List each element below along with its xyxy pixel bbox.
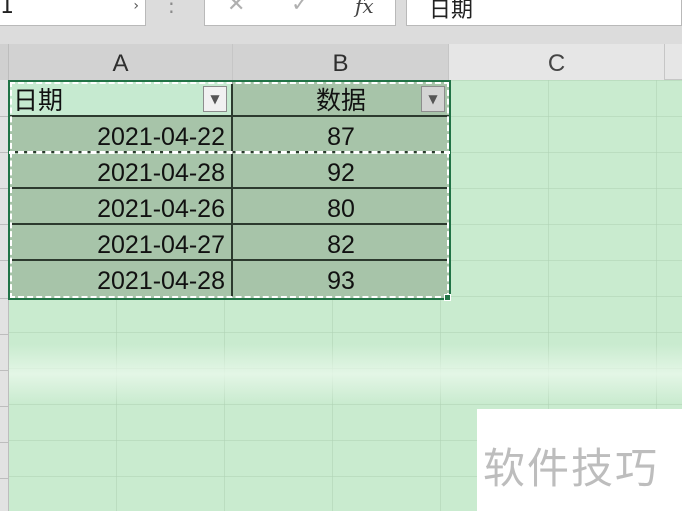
table-cell-value[interactable]: 92 <box>233 153 449 189</box>
table-cell-date[interactable]: 2021-04-27 <box>9 225 233 261</box>
row-divider <box>0 406 9 407</box>
table-cell-date[interactable]: 2021-04-28 <box>9 153 233 189</box>
row-divider <box>0 152 9 153</box>
row-divider <box>0 260 9 261</box>
row-divider <box>0 478 9 479</box>
row-divider <box>0 116 9 117</box>
row-divider <box>0 298 9 299</box>
cancel-icon[interactable]: ✕ <box>227 0 245 17</box>
dropdown-arrow-icon[interactable]: ▼ <box>203 86 227 112</box>
column-header-b[interactable]: B <box>233 44 449 80</box>
name-box-value: 1 <box>0 0 14 19</box>
table-cell-value[interactable]: 87 <box>233 117 449 153</box>
table-cell-date[interactable]: 2021-04-26 <box>9 189 233 225</box>
table-cell-date[interactable]: 2021-04-28 <box>9 261 233 297</box>
header-label-date: 日期 <box>13 86 64 115</box>
table-cell-date[interactable]: 2021-04-22 <box>9 117 233 153</box>
watermark-text: 软件技巧 <box>483 444 660 493</box>
fill-handle[interactable] <box>444 294 451 301</box>
header-cell-date[interactable]: 日期 ▼ <box>9 81 233 117</box>
blurred-rows <box>9 344 682 404</box>
column-header-row: A B C <box>0 44 682 80</box>
formula-bar: 1 › : ✕ ✓ fx 日期 <box>0 0 682 44</box>
formula-input-value: 日期 <box>429 0 474 23</box>
enter-icon[interactable]: ✓ <box>291 0 309 17</box>
column-header-c[interactable]: C <box>449 44 665 80</box>
table-cell-value[interactable]: 93 <box>233 261 449 297</box>
select-all-corner[interactable] <box>0 44 9 80</box>
row-header-column[interactable] <box>0 80 9 511</box>
header-label-value: 数据 <box>315 86 366 115</box>
formula-input[interactable]: 日期 <box>406 0 682 26</box>
formula-bar-separator: : <box>168 0 175 18</box>
filter-active-icon[interactable]: ▼ <box>421 86 445 112</box>
table-cell-value[interactable]: 82 <box>233 225 449 261</box>
row-divider <box>0 442 9 443</box>
name-box[interactable]: 1 › <box>0 0 146 26</box>
formula-buttons: ✕ ✓ fx <box>204 0 396 26</box>
table-cell-value[interactable]: 80 <box>233 189 449 225</box>
row-divider <box>0 370 9 371</box>
insert-function-icon[interactable]: fx <box>355 0 374 18</box>
name-box-dropdown-icon[interactable]: › <box>133 0 139 14</box>
data-table: 日期 ▼ 数据 ▼ 2021-04-22 87 2021-04-28 92 20… <box>9 81 449 299</box>
header-cell-value[interactable]: 数据 ▼ <box>233 81 449 117</box>
row-divider <box>0 224 9 225</box>
watermark: 软件技巧 <box>477 409 682 511</box>
row-divider <box>0 334 9 335</box>
row-divider <box>0 188 9 189</box>
column-header-a[interactable]: A <box>9 44 233 80</box>
